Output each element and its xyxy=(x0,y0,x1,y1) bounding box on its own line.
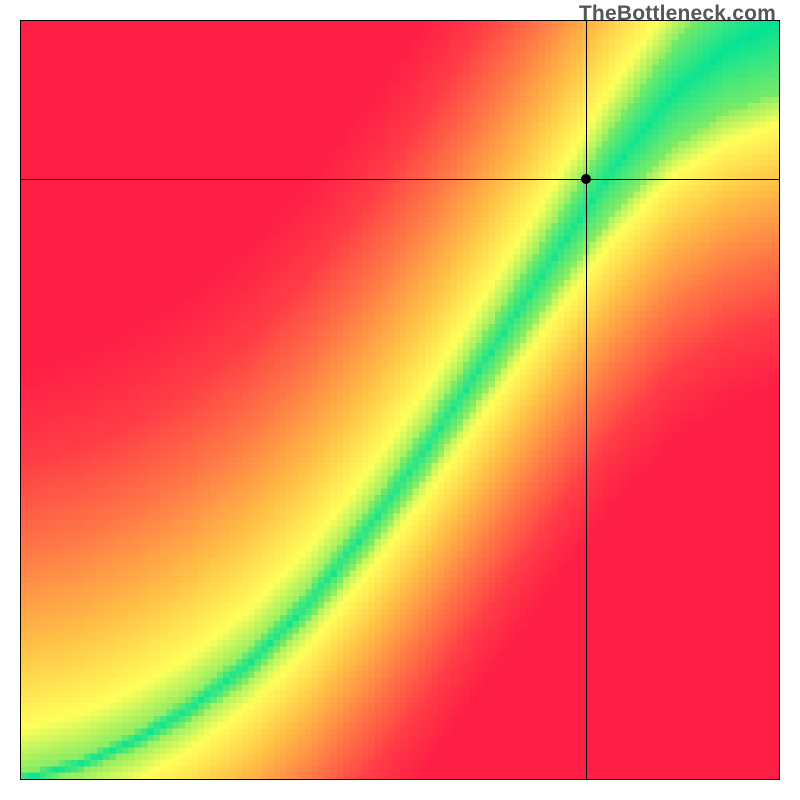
watermark-label: TheBottleneck.com xyxy=(579,2,776,26)
heatmap-canvas xyxy=(21,21,779,779)
bottleneck-heatmap-chart: TheBottleneck.com xyxy=(0,0,800,800)
